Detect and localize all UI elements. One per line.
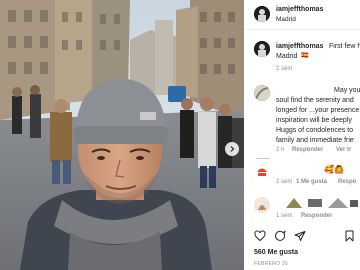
hide-replies-button[interactable]: [256, 158, 270, 160]
bookmark-icon: [345, 230, 354, 242]
comment-time[interactable]: 2 h: [276, 146, 284, 155]
heart-icon: [254, 230, 266, 242]
author-avatar[interactable]: [254, 6, 270, 22]
post-date[interactable]: FEBRERO 26: [254, 260, 288, 269]
comment-text-line6: family and immediate frie: [276, 137, 354, 144]
comment-text-line2: soul find the serenity and: [276, 97, 354, 104]
like-button[interactable]: [254, 230, 266, 242]
flag-emoji: 🇪🇸: [301, 53, 309, 59]
comment-emojis: 🥰🙆: [324, 165, 344, 174]
comment-text-line3: longed for ...your presence: [276, 107, 360, 114]
comment-text-line4: inspiration will be deeply: [276, 117, 352, 124]
save-button[interactable]: [344, 230, 355, 242]
reply-button[interactable]: Responder: [301, 212, 332, 221]
reply-button[interactable]: Responder: [292, 146, 323, 155]
chevron-right-icon: [230, 146, 235, 152]
caption-avatar[interactable]: [254, 41, 270, 57]
post-location[interactable]: Madrid: [276, 15, 296, 24]
commenter-avatar[interactable]: [254, 85, 270, 101]
commenter-avatar[interactable]: [254, 197, 270, 213]
caption-text-line2: Madrid: [276, 53, 298, 60]
commenter-avatar[interactable]: [254, 164, 270, 180]
comment-time[interactable]: 2 sem: [276, 178, 292, 187]
reply-button[interactable]: Respo: [338, 178, 356, 187]
likes-count[interactable]: 560 Me gusta: [254, 248, 298, 257]
comment-likes-count[interactable]: 1 Me gusta: [296, 178, 327, 187]
post-header: iamjeffthomas Madrid: [244, 0, 360, 30]
see-translation-button[interactable]: Ver tr: [336, 146, 351, 155]
avatar-image: [254, 6, 270, 22]
caption-text-line1: First few h: [329, 43, 360, 50]
comment-bubble-icon: [275, 230, 286, 241]
comment-button[interactable]: [274, 230, 286, 242]
post-photo[interactable]: [0, 0, 244, 270]
gif-sticker-icon: [286, 198, 358, 208]
author-username[interactable]: iamjeffthomas: [276, 5, 323, 14]
divider-line-icon: [256, 158, 270, 159]
comment-time[interactable]: 1 sem: [276, 212, 292, 221]
avatar-image: [254, 85, 270, 101]
avatar-image: [254, 164, 270, 180]
caption-username[interactable]: iamjeffthomas: [276, 42, 323, 51]
comment-text-line1: May you: [334, 87, 360, 94]
next-photo-button[interactable]: [225, 142, 239, 156]
avatar-image: [254, 197, 270, 213]
avatar-image: [254, 41, 270, 57]
caption-time[interactable]: 2 sem: [276, 65, 292, 74]
street-selfie-image: [0, 0, 244, 270]
share-button[interactable]: [294, 230, 306, 242]
comment-text-line5: Huggs of condolences to: [276, 127, 354, 134]
post-side-panel: iamjeffthomas Madrid iamjeffthomas First…: [244, 0, 360, 270]
paper-plane-icon: [294, 231, 306, 241]
